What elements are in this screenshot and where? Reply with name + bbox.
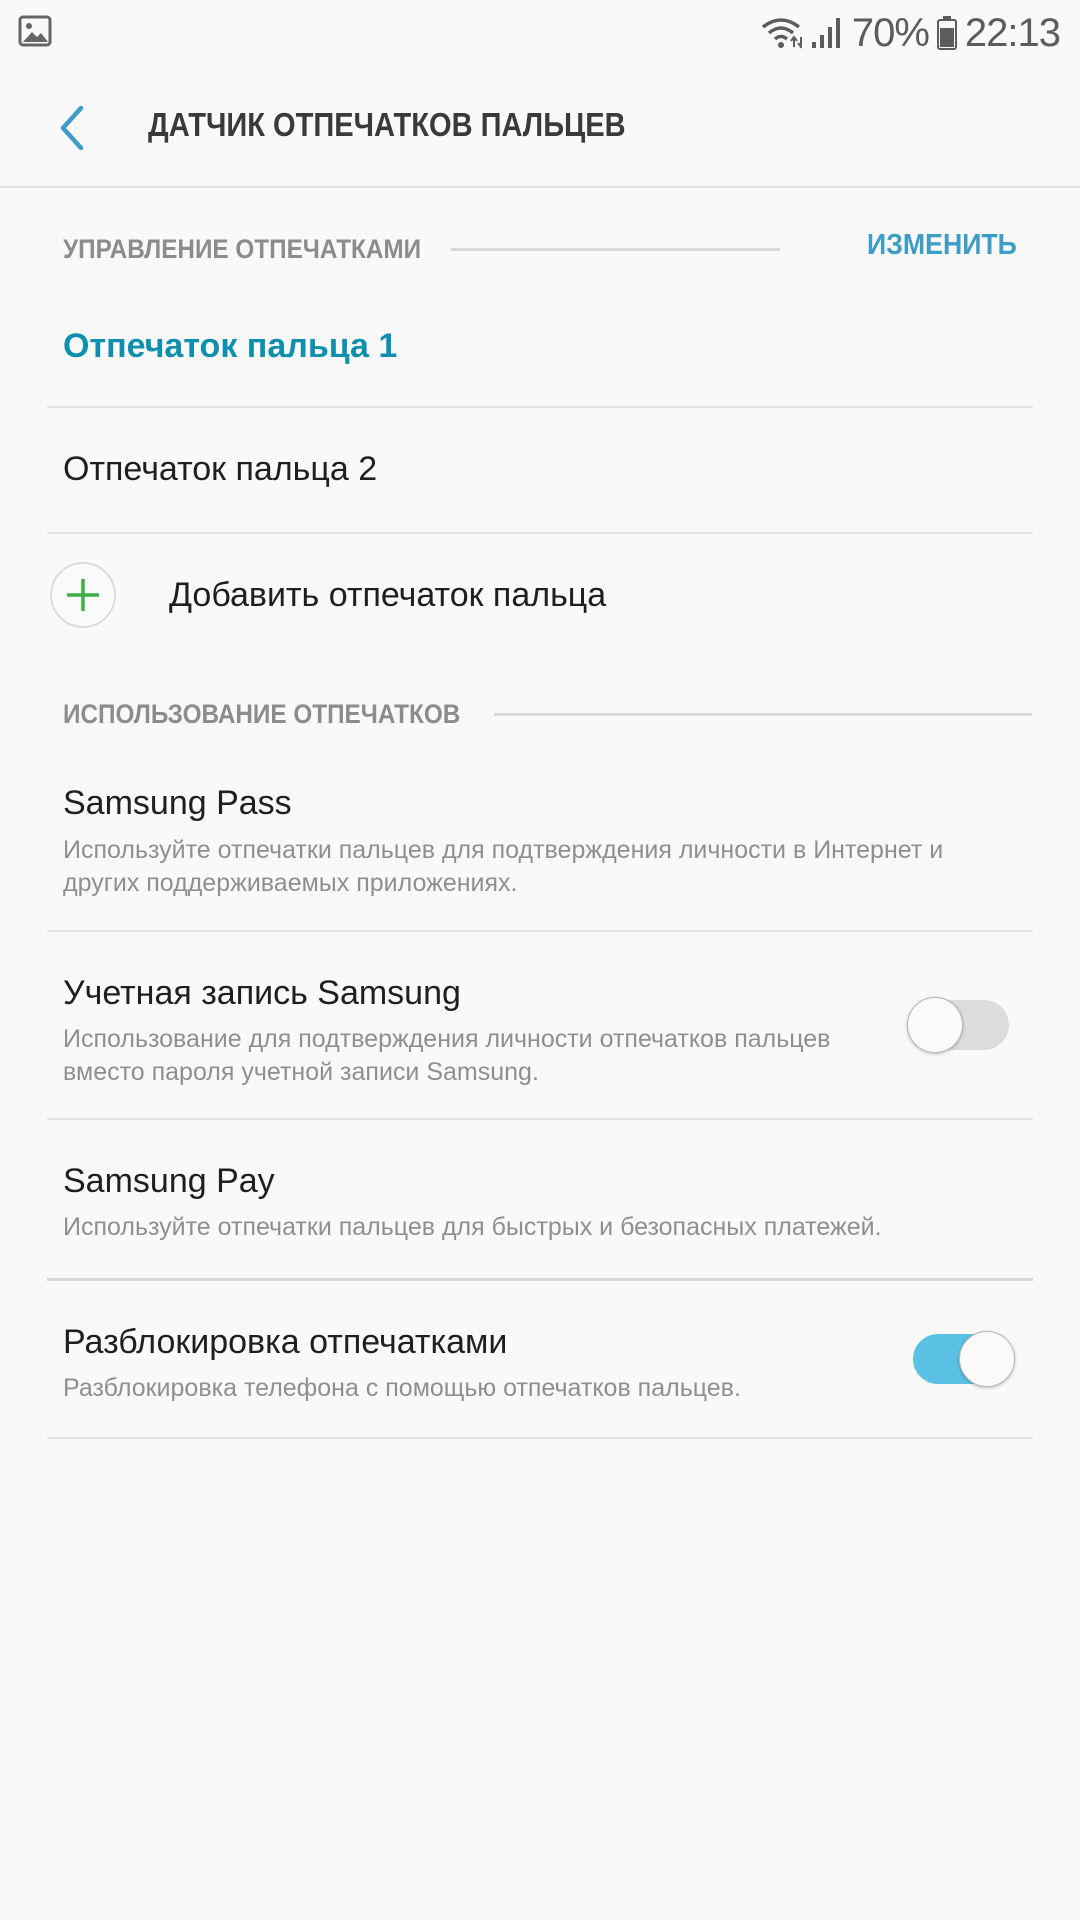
- fingerprint-unlock-subtitle: Разблокировка телефона с помощью отпечат…: [63, 1374, 741, 1402]
- add-fingerprint-button[interactable]: [50, 562, 116, 628]
- fingerprint-unlock-title: Разблокировка отпечатками: [63, 1323, 508, 1361]
- gallery-icon: [18, 14, 52, 48]
- signal-icon: [810, 16, 844, 50]
- fingerprint-item-2[interactable]: Отпечаток пальца 2: [47, 408, 1033, 534]
- samsung-pay-subtitle: Используйте отпечатки пальцев для быстры…: [63, 1213, 882, 1241]
- samsung-account-item[interactable]: Учетная запись Samsung Использование для…: [47, 932, 1033, 1120]
- section-header-fingerprint-usage: ИСПОЛЬЗОВАНИЕ ОТПЕЧАТКОВ: [63, 694, 1032, 734]
- page-title: ДАТЧИК ОТПЕЧАТКОВ ПАЛЬЦЕВ: [148, 106, 626, 143]
- edit-button[interactable]: ИЗМЕНИТЬ: [867, 229, 1017, 262]
- battery-percent: 70%: [851, 10, 930, 55]
- samsung-pay-item[interactable]: Samsung Pay Используйте отпечатки пальце…: [47, 1120, 1033, 1281]
- fingerprint-item-label: Отпечаток пальца 2: [63, 450, 378, 488]
- app-bar: ДАТЧИК ОТПЕЧАТКОВ ПАЛЬЦЕВ: [0, 66, 1080, 188]
- add-fingerprint-row[interactable]: Добавить отпечаток пальца: [47, 534, 1033, 658]
- section-divider: [494, 712, 1032, 716]
- section-header-label: УПРАВЛЕНИЕ ОТПЕЧАТКАМИ: [63, 233, 422, 264]
- status-bar: 70% 22:13: [0, 0, 1080, 66]
- chevron-left-icon: [60, 105, 84, 151]
- fingerprint-unlock-item[interactable]: Разблокировка отпечатками Разблокировка …: [47, 1281, 1033, 1439]
- plus-icon: [67, 579, 99, 611]
- battery-icon: [936, 16, 957, 50]
- section-header-fingerprint-management: УПРАВЛЕНИЕ ОТПЕЧАТКАМИ: [63, 229, 780, 269]
- section-divider: [450, 247, 780, 251]
- samsung-pass-subtitle: Используйте отпечатки пальцев для подтве…: [63, 836, 944, 897]
- samsung-account-title: Учетная запись Samsung: [63, 974, 461, 1012]
- wifi-icon: [760, 15, 805, 51]
- samsung-pass-item[interactable]: Samsung Pass Используйте отпечатки пальц…: [47, 744, 1033, 932]
- samsung-account-subtitle: Использование для подтверждения личности…: [63, 1025, 831, 1086]
- toggle-knob: [907, 997, 963, 1053]
- clock: 22:13: [964, 10, 1061, 55]
- samsung-pay-title: Samsung Pay: [63, 1162, 275, 1200]
- fingerprint-item-label: Отпечаток пальца 1: [63, 327, 398, 365]
- fingerprint-unlock-toggle[interactable]: [913, 1331, 1015, 1387]
- toggle-knob: [959, 1331, 1015, 1387]
- back-button[interactable]: [40, 96, 104, 160]
- fingerprint-item-1[interactable]: Отпечаток пальца 1: [47, 292, 1033, 408]
- section-header-label: ИСПОЛЬЗОВАНИЕ ОТПЕЧАТКОВ: [63, 698, 461, 729]
- add-fingerprint-label: Добавить отпечаток пальца: [169, 576, 607, 614]
- samsung-pass-title: Samsung Pass: [63, 784, 292, 822]
- samsung-account-toggle[interactable]: [907, 997, 1009, 1053]
